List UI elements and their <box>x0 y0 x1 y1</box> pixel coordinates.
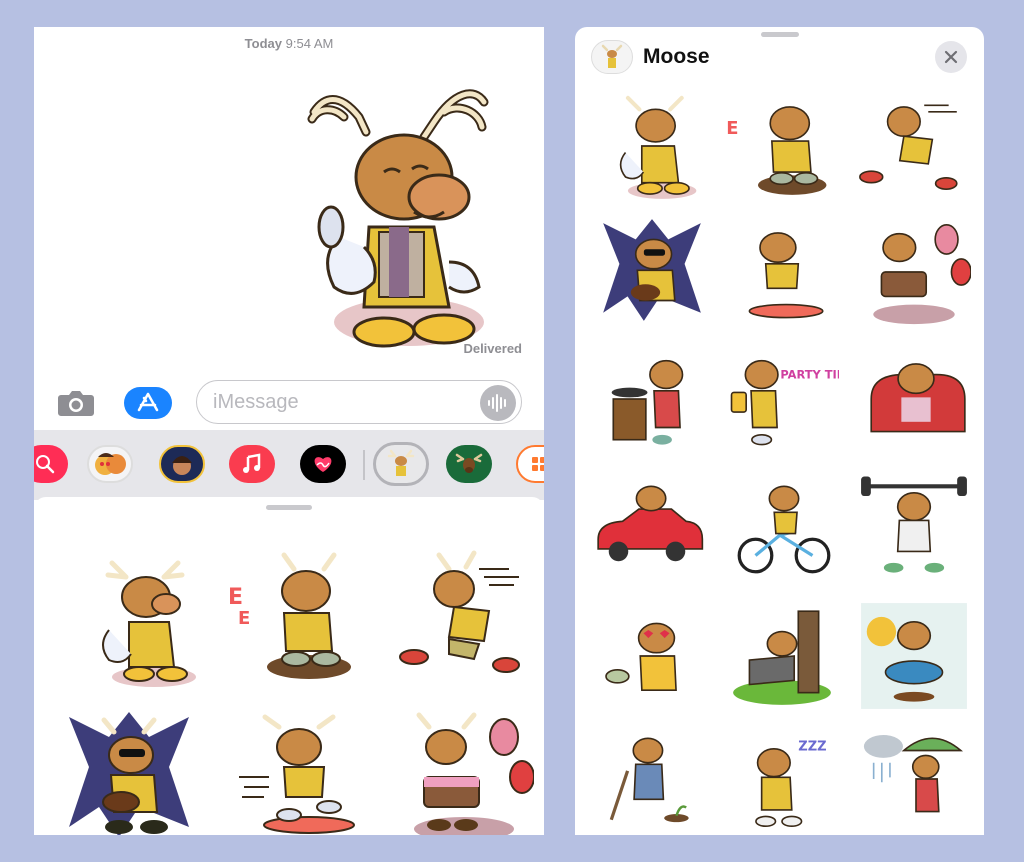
moose-stickers-app-2[interactable] <box>446 445 492 483</box>
svg-text:ZZZ: ZZZ <box>798 740 826 755</box>
pack-header: Moose <box>591 40 710 74</box>
moose-skateboard[interactable] <box>725 215 839 329</box>
party-text: PARTY TIME <box>780 368 839 382</box>
sent-moose-sticker[interactable] <box>284 57 514 357</box>
music-note-icon <box>243 453 261 473</box>
moose-stickers-app[interactable] <box>373 442 429 486</box>
svg-text:E: E <box>228 585 243 610</box>
pack-thumbnail <box>591 40 633 74</box>
waveform-icon <box>488 394 506 412</box>
app-store-icon <box>137 392 159 412</box>
sticker-drawer: E E <box>34 497 544 835</box>
svg-text:E: E <box>726 118 738 139</box>
search-images-app[interactable] <box>34 445 68 483</box>
moose-birthday-cake[interactable] <box>394 707 534 835</box>
compose-bar <box>34 377 544 429</box>
moose-car-driving[interactable] <box>590 470 704 584</box>
memoji-icon <box>95 453 126 475</box>
timestamp-time: 9:54 AM <box>285 36 334 51</box>
music-app[interactable] <box>229 445 275 483</box>
moose-weightlifting[interactable] <box>857 470 971 584</box>
moose-birthday-cake[interactable] <box>857 215 971 329</box>
heart-touch-icon <box>314 457 332 472</box>
moose-head-icon <box>455 453 483 473</box>
drawer-grabber[interactable] <box>266 505 312 510</box>
close-icon <box>944 50 958 64</box>
memoji-app[interactable] <box>159 445 205 483</box>
moose-running[interactable] <box>394 549 534 689</box>
moose-bicycle[interactable] <box>727 470 841 584</box>
delivery-status: Delivered <box>463 341 522 356</box>
moose-running[interactable] <box>855 89 969 203</box>
strip-divider <box>363 450 365 480</box>
sheet-grabber[interactable] <box>761 32 799 37</box>
moose-icon <box>387 449 415 476</box>
voice-message-button[interactable] <box>480 385 516 421</box>
moose-napping-tree[interactable] <box>725 599 839 713</box>
moose-rock-guitar[interactable] <box>595 215 709 329</box>
moose-swim-ring[interactable] <box>857 599 971 713</box>
moose-love-eyes[interactable] <box>593 599 707 713</box>
moose-digging[interactable] <box>595 722 709 835</box>
sticker-pack-sheet: Moose E PARTY TI ZZZ <box>575 27 984 835</box>
moose-skateboard[interactable] <box>234 707 374 835</box>
pack-title: Moose <box>643 45 710 68</box>
app-grid-icon <box>532 457 544 471</box>
moose-sleeping-zzz[interactable]: ZZZ <box>725 722 839 835</box>
camera-button[interactable] <box>56 387 96 419</box>
app-store-button[interactable] <box>124 387 172 419</box>
globe-search-icon <box>36 455 55 474</box>
memoji-stickers-app[interactable] <box>87 445 133 483</box>
timestamp-day: Today <box>244 36 282 51</box>
message-timestamp: Today 9:54 AM <box>34 36 544 51</box>
camera-icon <box>58 391 94 416</box>
moose-angry-stomp[interactable]: E <box>723 89 837 203</box>
moose-icon <box>601 44 623 68</box>
moose-rain-umbrella[interactable] <box>859 722 973 835</box>
more-apps[interactable] <box>516 445 544 483</box>
moose-thumbs-up[interactable] <box>74 552 214 692</box>
moose-relax-coffee[interactable] <box>859 342 973 456</box>
digital-touch-app[interactable] <box>300 445 346 483</box>
moose-cooking[interactable] <box>597 342 711 456</box>
close-button[interactable] <box>935 41 967 73</box>
imessage-app-strip <box>34 430 544 500</box>
avatar-icon <box>172 456 192 475</box>
message-input[interactable] <box>196 380 522 424</box>
moose-party-time[interactable]: PARTY TIME <box>725 342 839 456</box>
svg-text:E: E <box>238 608 250 629</box>
moose-angry-stomp[interactable]: E E <box>224 549 364 689</box>
moose-rock-guitar[interactable] <box>59 707 199 835</box>
messages-conversation-panel: Today 9:54 AM Delivered iMessage E E <box>34 27 544 835</box>
moose-thumbs-up[interactable] <box>597 89 711 203</box>
